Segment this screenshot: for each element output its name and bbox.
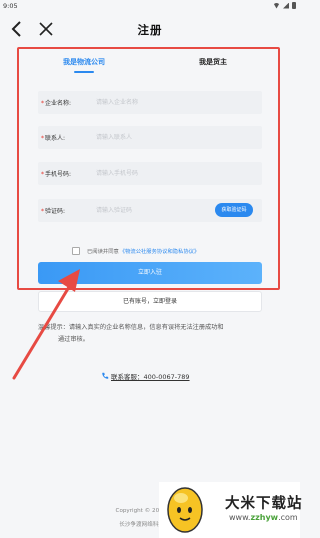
verification-code-label: *验证码:: [41, 208, 66, 215]
agreement-text: 已阅读并同意: [87, 249, 119, 255]
get-code-button[interactable]: 获取验证码: [215, 203, 253, 217]
required-mark: *: [41, 135, 44, 142]
customer-service-label: 联系客服：400-0067-789: [111, 372, 190, 381]
register-button[interactable]: 立即入驻: [38, 262, 262, 284]
tab-shipper[interactable]: 我是货主: [199, 57, 227, 67]
required-mark: *: [41, 171, 44, 178]
required-mark: *: [41, 100, 44, 107]
customer-service-link[interactable]: 联系客服：400-0067-789: [101, 370, 190, 381]
notice-text: 温馨提示：请输入真实的企业名称信息，信息有误将无法注册成功和 通过审核。: [38, 322, 253, 346]
required-mark: *: [41, 208, 44, 215]
company-name-input[interactable]: [96, 94, 216, 111]
tab-active-indicator: [74, 71, 94, 73]
phone-icon: [102, 372, 109, 379]
page-title: 注册: [137, 23, 163, 37]
contact-person-input[interactable]: [96, 129, 216, 146]
verification-code-field: *验证码: 获取验证码: [38, 199, 262, 222]
watermark-title: 大米下载站: [225, 496, 303, 512]
login-button[interactable]: 已有账号，立即登录: [38, 291, 262, 312]
nav-bar: 注册: [0, 14, 300, 46]
tab-logistics-company[interactable]: 我是物流公司: [63, 57, 105, 67]
contact-person-field: *联系人:: [38, 126, 262, 149]
rice-mascot-icon: [167, 487, 203, 533]
phone-number-input[interactable]: [96, 165, 216, 182]
agreement-link[interactable]: 《物流公社服务协议和隐私协议》: [120, 247, 199, 255]
tab-bar: 我是物流公司 我是货主: [28, 54, 272, 76]
company-name-field: *企业名称:: [38, 91, 262, 114]
phone-number-label: *手机号码:: [41, 171, 72, 178]
phone-number-field: *手机号码:: [38, 162, 262, 185]
notice-line-1: 温馨提示：请输入真实的企业名称信息，信息有误将无法注册成功和: [38, 324, 224, 331]
notice-line-2: 通过审核。: [58, 336, 89, 343]
signal-icon: [283, 2, 289, 9]
watermark-url: www.zzhyw.com: [229, 513, 298, 522]
company-name-label: *企业名称:: [41, 100, 72, 107]
contact-person-label: *联系人:: [41, 135, 66, 142]
status-icons: [273, 2, 296, 9]
battery-icon: [292, 2, 296, 9]
status-time: 9:05: [3, 2, 18, 10]
wifi-icon: [273, 2, 280, 9]
status-bar: 9:05: [0, 0, 300, 12]
agreement-checkbox[interactable]: [72, 247, 80, 255]
agreement-row: 已阅读并同意 《物流公社服务协议和隐私协议》: [72, 245, 199, 257]
watermark: 大米下载站 www.zzhyw.com: [159, 482, 303, 538]
verification-code-input[interactable]: [96, 202, 216, 219]
